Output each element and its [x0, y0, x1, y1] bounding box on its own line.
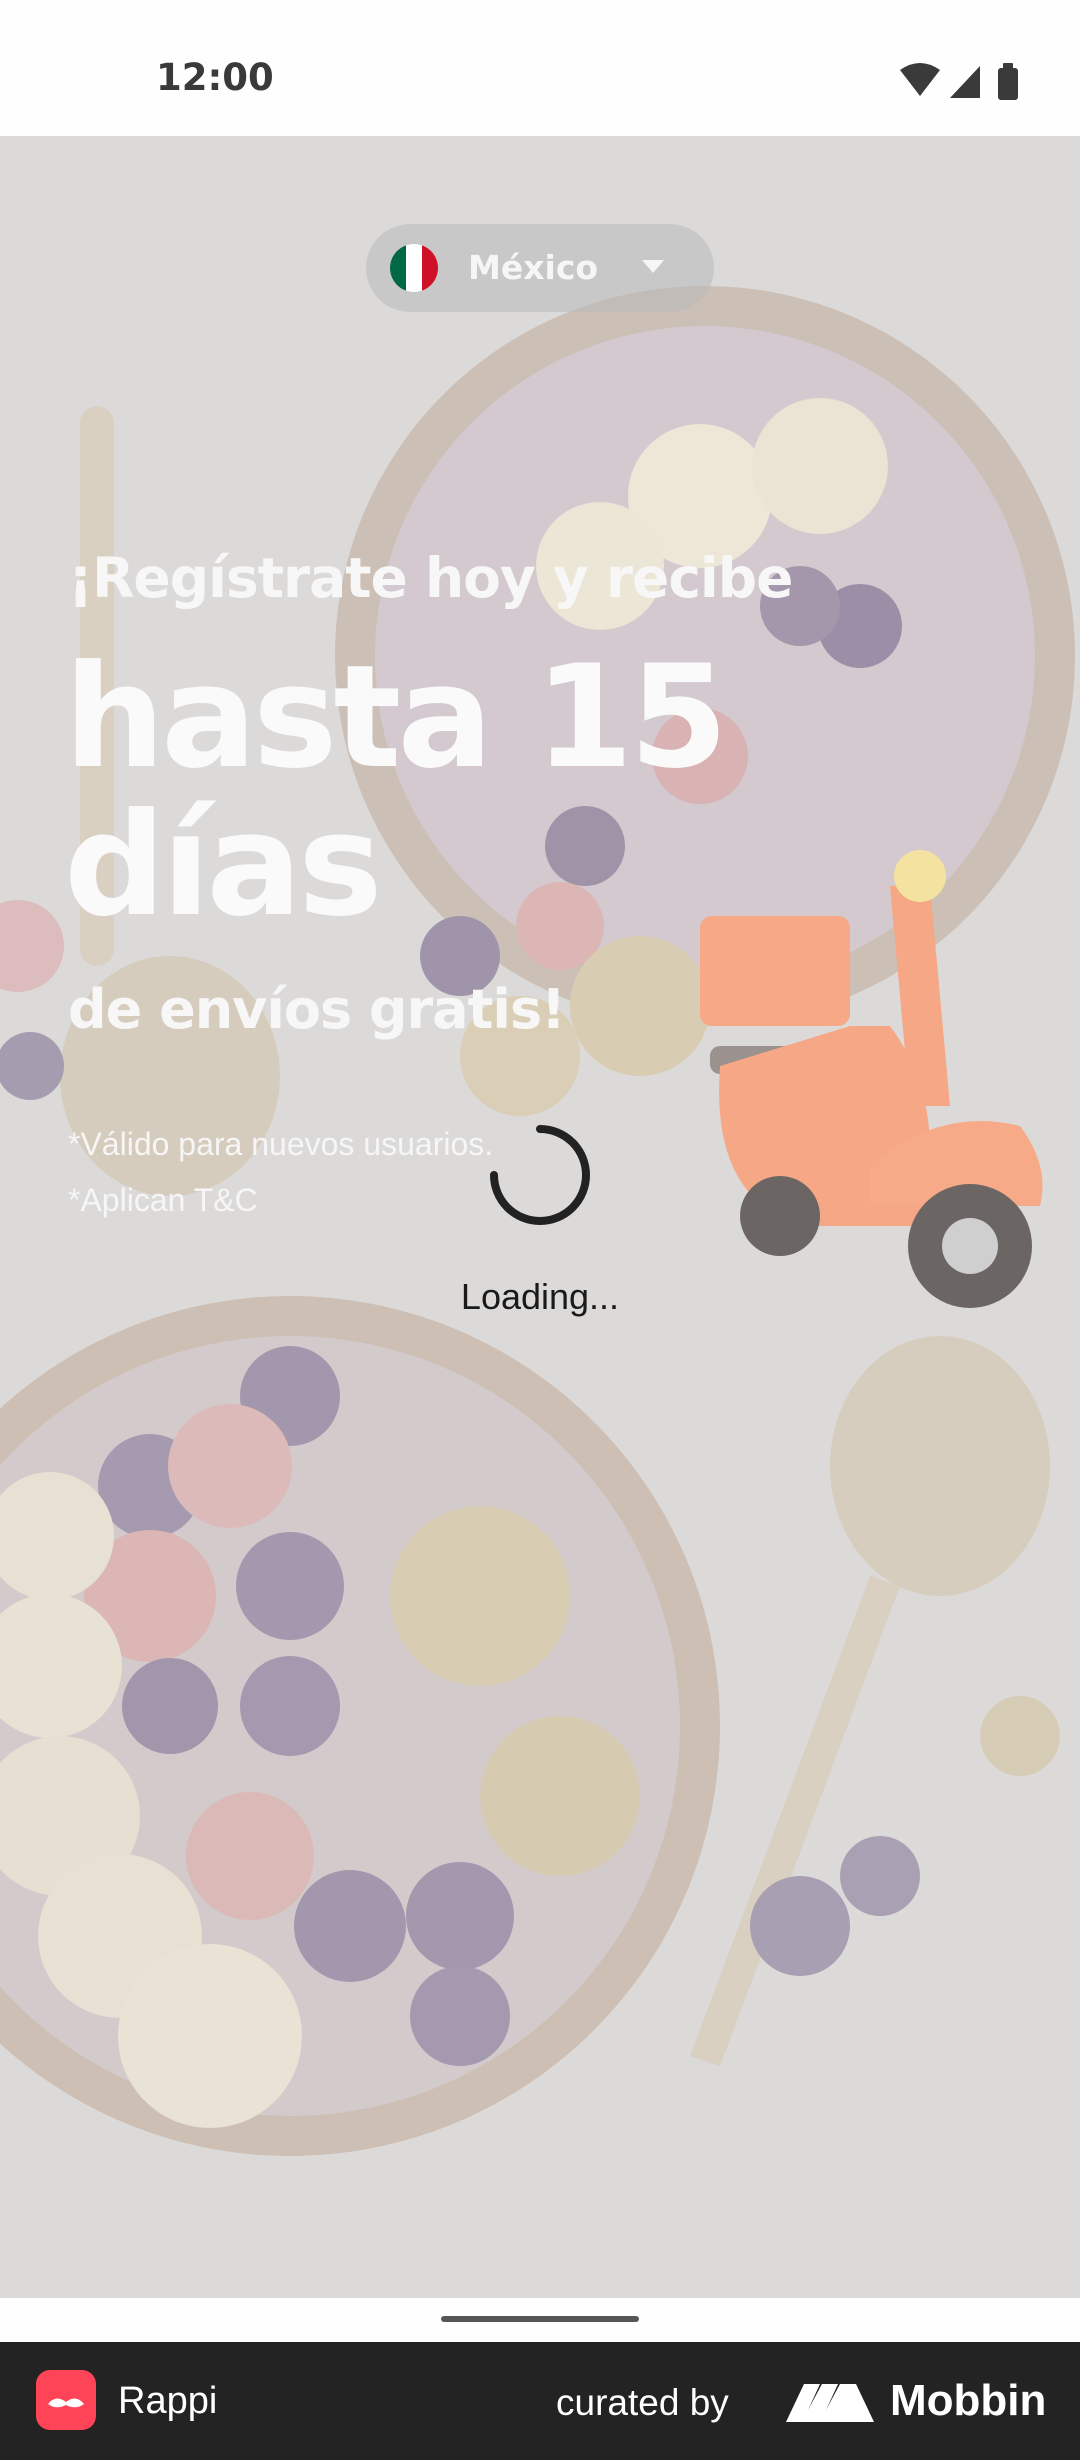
status-time: 12:00: [156, 56, 274, 99]
promo-headline: hasta 15 días: [64, 635, 728, 948]
loading-label: Loading...: [460, 1276, 620, 1317]
mexico-flag-icon: [390, 244, 438, 292]
promo-line-1: ¡Regístrate hoy y recibe: [68, 546, 793, 610]
country-selector[interactable]: México: [366, 224, 714, 312]
mobbin-logo-icon: [786, 2384, 874, 2422]
spinner-icon: [490, 1125, 590, 1225]
terms-note-tyc: *Aplican T&C: [68, 1182, 258, 1218]
wifi-icon: [900, 63, 940, 96]
scooter-illustration: [700, 850, 1043, 1308]
flag-stripe-white: [406, 244, 422, 292]
mobbin-brand: Mobbin: [890, 2376, 1047, 2425]
navigation-bar: [0, 2298, 1080, 2342]
flag-stripe-red: [422, 244, 438, 292]
flag-stripe-green: [390, 244, 406, 292]
country-name: México: [468, 248, 599, 287]
attribution-footer: Rappi curated by Mobbin: [0, 2342, 1080, 2460]
promo-line-3: de envíos gratis!: [68, 978, 566, 1041]
curated-by-label: curated by: [556, 2382, 729, 2423]
status-icons: [900, 63, 1018, 100]
app-name: Rappi: [118, 2380, 218, 2422]
home-gesture-handle[interactable]: [441, 2316, 639, 2322]
battery-icon: [998, 68, 1018, 100]
promo-banner: México ¡Regístrate hoy y recibe hasta 15…: [0, 136, 1080, 2298]
rappi-app-icon: [36, 2370, 96, 2430]
mustache-icon: [48, 2398, 84, 2408]
terms-note-new-users: *Válido para nuevos usuarios.: [68, 1126, 494, 1162]
status-bar: 12:00: [0, 0, 1080, 136]
signal-icon: [950, 66, 980, 98]
chevron-down-icon: [642, 260, 664, 273]
